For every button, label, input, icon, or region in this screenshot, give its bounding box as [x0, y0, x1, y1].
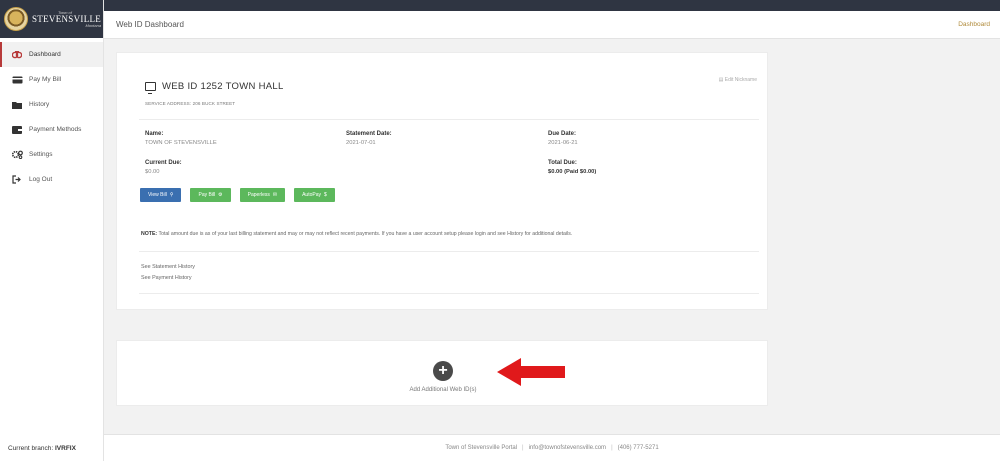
top-bar — [104, 0, 1000, 11]
settings-icon: ⚙ — [218, 192, 223, 198]
town-seal-icon — [4, 7, 28, 31]
total-due-label: Total Due: — [548, 160, 577, 166]
plus-icon: + — [438, 362, 448, 379]
statement-history-link[interactable]: See Statement History — [141, 264, 195, 270]
divider — [139, 119, 759, 120]
branch-label: Current branch: — [8, 445, 54, 452]
logo[interactable]: Town of STEVENSVILLE Montana — [0, 0, 103, 38]
footer-portal: Town of Stevensville Portal — [445, 445, 518, 451]
service-address: SERVICE ADDRESS: 206 BUCK STREET — [145, 101, 236, 106]
dashboard-icon — [11, 50, 23, 59]
folder-icon — [11, 101, 23, 109]
monitor-icon — [145, 82, 156, 94]
current-due-label: Current Due: — [145, 160, 182, 166]
logout-icon — [11, 175, 23, 184]
statement-date-field: Statement Date: 2021-07-01 — [346, 131, 392, 146]
pay-bill-label: Pay Bill — [198, 192, 216, 198]
sidebar-item-history[interactable]: History — [0, 92, 103, 117]
logo-sub-text: Montana — [85, 22, 102, 28]
sidebar: Town of STEVENSVILLE Montana Dashboard P… — [0, 0, 104, 461]
current-due-field: Current Due: $0.00 — [145, 160, 182, 175]
sidebar-item-label: Dashboard — [29, 51, 61, 58]
due-date-label: Due Date: — [548, 131, 577, 137]
autopay-button[interactable]: AutoPay $ — [294, 188, 335, 202]
paperless-label: Paperless — [247, 192, 270, 198]
payment-history-link[interactable]: See Payment History — [141, 275, 192, 281]
page-title: Web ID Dashboard — [116, 20, 184, 29]
add-web-id-card: + Add Additional Web ID(s) — [116, 340, 768, 406]
edit-nickname-link[interactable]: ▤ Edit Nickname — [719, 77, 757, 83]
note-text: NOTE: Total amount due is as of your las… — [141, 231, 572, 237]
statement-date-value: 2021-07-01 — [346, 140, 376, 146]
name-value: TOWN OF STEVENSVILLE — [145, 140, 217, 146]
search-icon: ⚲ — [169, 192, 174, 198]
edit-nickname-label: Edit Nickname — [724, 77, 757, 83]
pay-bill-button[interactable]: Pay Bill ⚙ — [190, 188, 231, 202]
web-id-card: WEB ID 1252 TOWN HALL SERVICE ADDRESS: 2… — [116, 52, 768, 310]
due-date-field: Due Date: 2021-06-21 — [548, 131, 578, 146]
footer: Town of Stevensville Portal | info@towno… — [104, 434, 1000, 461]
sidebar-item-settings[interactable]: Settings — [0, 142, 103, 167]
sidebar-item-label: History — [29, 101, 50, 108]
divider — [139, 293, 759, 294]
current-due-value: $0.00 — [145, 169, 160, 175]
dollar-icon: $ — [324, 192, 327, 198]
autopay-label: AutoPay — [302, 192, 321, 198]
note-label: NOTE: — [141, 231, 158, 237]
total-due-value: $0.00 (Paid $0.00) — [548, 169, 597, 175]
credit-card-icon — [11, 76, 23, 84]
web-id-heading: WEB ID 1252 TOWN HALL — [145, 81, 284, 94]
sidebar-item-payment-methods[interactable]: Payment Methods — [0, 117, 103, 142]
divider — [139, 251, 759, 252]
add-web-id-button[interactable]: + — [433, 361, 453, 381]
sidebar-item-label: Pay My Bill — [29, 76, 62, 83]
current-branch: Current branch: IVRFIX — [8, 445, 76, 452]
edit-icon: ▤ — [718, 77, 724, 83]
note-body: Total amount due is as of your last bill… — [158, 231, 573, 237]
breadcrumb-dashboard[interactable]: Dashboard — [958, 21, 990, 28]
sidebar-item-pay-my-bill[interactable]: Pay My Bill — [0, 67, 103, 92]
envelope-icon: ✉ — [272, 192, 278, 198]
add-web-id-label[interactable]: Add Additional Web ID(s) — [117, 387, 769, 393]
sidebar-item-label: Log Out — [29, 176, 53, 183]
web-id-title: WEB ID 1252 TOWN HALL — [162, 81, 284, 92]
red-arrow-icon — [497, 358, 565, 386]
view-bill-button[interactable]: View Bill ⚲ — [140, 188, 182, 202]
name-field: Name: TOWN OF STEVENSVILLE — [145, 131, 217, 146]
gear-icon — [11, 150, 23, 159]
wallet-icon — [11, 125, 23, 134]
statement-date-label: Statement Date: — [346, 131, 392, 137]
paperless-button[interactable]: Paperless ✉ — [239, 188, 286, 202]
sidebar-item-label: Settings — [29, 151, 53, 158]
branch-value: IVRFIX — [54, 445, 76, 452]
footer-email[interactable]: info@townofstevensville.com — [529, 445, 606, 451]
total-due-field: Total Due: $0.00 (Paid $0.00) — [548, 160, 596, 175]
footer-phone: (406) 777-5271 — [617, 445, 659, 451]
sidebar-item-log-out[interactable]: Log Out — [0, 167, 103, 192]
view-bill-label: View Bill — [148, 192, 167, 198]
sidebar-item-label: Payment Methods — [29, 126, 82, 133]
name-label: Name: — [145, 131, 164, 137]
action-buttons: View Bill ⚲ Pay Bill ⚙ Paperless ✉ AutoP… — [140, 188, 335, 202]
footer-separator: | — [611, 445, 613, 451]
due-date-value: 2021-06-21 — [548, 140, 578, 146]
page-header: Web ID Dashboard Dashboard — [104, 11, 1000, 39]
sidebar-nav: Dashboard Pay My Bill History Payment Me… — [0, 42, 103, 192]
sidebar-item-dashboard[interactable]: Dashboard — [0, 42, 103, 67]
footer-separator: | — [522, 445, 524, 451]
